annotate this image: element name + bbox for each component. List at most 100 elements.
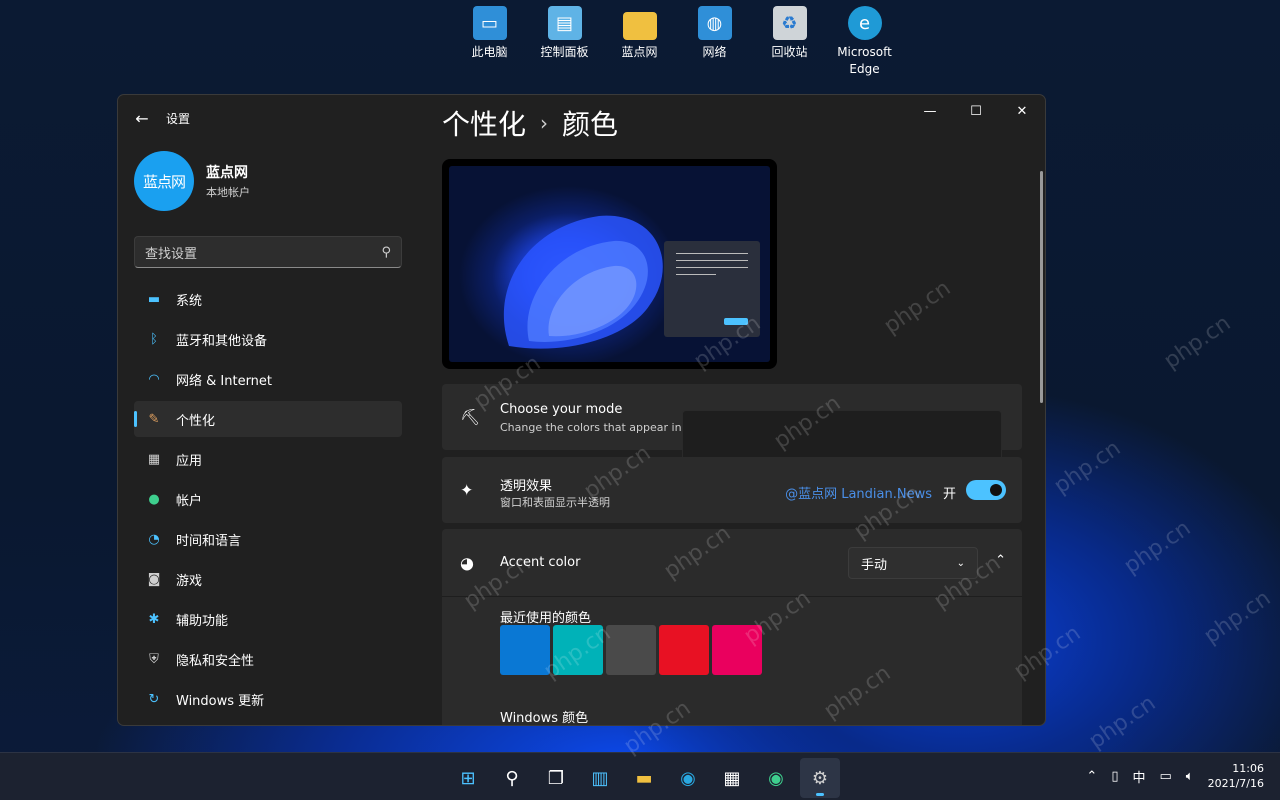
chevron-down-icon: ⌄ (956, 557, 965, 569)
transparency-toggle[interactable] (966, 480, 1006, 500)
sidebar-item-bluetooth[interactable]: ᛒ 蓝牙和其他设备 (134, 321, 402, 357)
recent-colors-label: 最近使用的颜色 (500, 611, 592, 626)
palette-icon: ◕ (460, 553, 474, 573)
sidebar-item-system[interactable]: ▬ 系统 (134, 281, 402, 317)
file-explorer-icon[interactable]: ▬ (624, 758, 664, 798)
preview-window (664, 241, 760, 337)
clock-globe-icon: ◔ (148, 531, 160, 547)
page-title: 颜色 (562, 108, 619, 141)
search-icon: ⚲ (381, 244, 391, 260)
recycle-bin-icon: ♻ (772, 6, 807, 40)
color-swatch[interactable] (553, 625, 603, 675)
volume-icon[interactable]: 🔈︎ (1186, 769, 1194, 784)
clock[interactable]: 11:06 2021/7/16 (1208, 761, 1264, 791)
accent-dropdown[interactable]: 手动 ⌄ (848, 547, 978, 579)
sidebar-nav: ▬ 系统 ᛒ 蓝牙和其他设备 ◠ 网络 & Internet ✎ 个性化 ▦ 应用 ● 帐户… (134, 281, 402, 721)
title-bar: ← 设置 (134, 109, 190, 128)
watermark: php.cn (1159, 310, 1236, 375)
windows-colors-label: Windows 颜色 (500, 711, 589, 726)
sidebar-item-accessibility[interactable]: ✱ 辅助功能 (134, 601, 402, 637)
mode-card[interactable]: ⛏ Choose your mode Change the colors tha… (442, 384, 1022, 462)
watermark: php.cn (1049, 435, 1126, 500)
accent-title: Accent color (500, 555, 581, 570)
sidebar: ← 设置 蓝点网 蓝点网 本地帐户 查找设置 ⚲ ▬ 系统 ᛒ 蓝牙和其他设备 ◠ 网… (118, 95, 418, 725)
avatar: 蓝点网 (134, 151, 194, 211)
back-arrow-icon[interactable]: ← (134, 109, 150, 128)
usb-icon[interactable]: ▯ (1111, 769, 1118, 784)
watermark: php.cn (1119, 515, 1196, 580)
ime-indicator[interactable]: 中 (1132, 767, 1145, 786)
color-swatch[interactable] (500, 625, 550, 675)
profile-name: 蓝点网 (206, 165, 248, 181)
taskbar-apps: ⊞ ⚲ ❐ ▥ ▬ ◉ ▦ ◉ ⚙ (448, 758, 840, 798)
transparency-title: 透明效果 (500, 479, 553, 494)
widgets-icon[interactable]: ▥ (580, 758, 620, 798)
sidebar-item-gaming[interactable]: ◙ 游戏 (134, 561, 402, 597)
desktop-icons: ▭ 此电脑 ▤ 控制面板 蓝点网 ◍ 网络 ♻ 回收站 e Microsoft … (452, 6, 902, 78)
breadcrumb-parent[interactable]: 个性化 (442, 103, 526, 143)
network-icon[interactable]: ▭ (1159, 769, 1171, 784)
sidebar-item-personalization[interactable]: ✎ 个性化 (134, 401, 402, 437)
main-content: 个性化 › 颜色 ⛏ Choose your mode Change the c… (442, 95, 1032, 725)
transparency-description: 窗口和表面显示半透明 (500, 496, 610, 509)
apps-icon: ▦ (147, 451, 161, 467)
sidebar-item-time-language[interactable]: ◔ 时间和语言 (134, 521, 402, 557)
desktop-icon-this-pc[interactable]: ▭ 此电脑 (452, 6, 527, 78)
mode-description: Change the colors that appear in (500, 421, 682, 434)
shield-icon: ⛨ (149, 651, 159, 667)
edge-icon[interactable]: ◉ (668, 758, 708, 798)
taskbar: ⊞ ⚲ ❐ ▥ ▬ ◉ ▦ ◉ ⚙ ⌃ ▯ 中 ▭ 🔈︎ 11:06 2021/… (0, 752, 1280, 800)
search-placeholder: 查找设置 (145, 246, 198, 262)
divider (442, 596, 1022, 597)
window-title: 设置 (166, 112, 191, 126)
edge-canary-icon[interactable]: ◉ (756, 758, 796, 798)
monitor-icon: ▭ (472, 6, 507, 40)
chevron-up-icon[interactable]: ⌃ (1086, 769, 1097, 784)
system-tray: ⌃ ▯ 中 ▭ 🔈︎ 11:06 2021/7/16 (1086, 761, 1264, 791)
chevron-up-icon[interactable]: ⌃ (995, 553, 1006, 568)
desktop-icon-network[interactable]: ◍ 网络 (677, 6, 752, 78)
watermark-text: @蓝点网 Landian.News (785, 487, 932, 502)
color-swatch[interactable] (659, 625, 709, 675)
sidebar-item-accounts[interactable]: ● 帐户 (134, 481, 402, 517)
preview-wallpaper (449, 166, 770, 362)
control-panel-icon: ▤ (547, 6, 582, 40)
color-swatch[interactable] (606, 625, 656, 675)
sidebar-item-network[interactable]: ◠ 网络 & Internet (134, 361, 402, 397)
desktop-icon-control-panel[interactable]: ▤ 控制面板 (527, 6, 602, 78)
search-input[interactable]: 查找设置 ⚲ (134, 236, 402, 268)
sidebar-item-apps[interactable]: ▦ 应用 (134, 441, 402, 477)
accent-color-card: ◕ Accent color 手动 ⌄ ⌃ 最近使用的颜色 Windows 颜色 (442, 529, 1022, 726)
scrollbar[interactable] (1040, 171, 1043, 403)
accessibility-icon: ✱ (148, 611, 160, 627)
display-icon: ▬ (147, 291, 161, 307)
network-icon: ◍ (697, 6, 732, 40)
clock-time: 11:06 (1232, 762, 1264, 775)
account-icon: ● (148, 491, 160, 507)
bluetooth-icon: ᛒ (150, 331, 158, 347)
mode-dropdown-popup[interactable] (682, 410, 1002, 462)
brush-icon: ✎ (148, 411, 160, 427)
sidebar-item-privacy[interactable]: ⛨ 隐私和安全性 (134, 641, 402, 677)
breadcrumb: 个性化 › 颜色 (442, 103, 618, 143)
desktop-icon-edge[interactable]: e Microsoft Edge (827, 6, 902, 78)
gamepad-icon: ◙ (147, 571, 161, 587)
edge-icon: e (847, 6, 882, 40)
desktop-icon-folder[interactable]: 蓝点网 (602, 6, 677, 78)
settings-icon[interactable]: ⚙ (800, 758, 840, 798)
task-view-icon[interactable]: ❐ (536, 758, 576, 798)
search-icon[interactable]: ⚲ (492, 758, 532, 798)
store-icon[interactable]: ▦ (712, 758, 752, 798)
transparency-card: ✦ 透明效果 窗口和表面显示半透明 @蓝点网 Landian.News 开 (442, 457, 1022, 523)
update-icon: ↻ (148, 691, 160, 707)
windows-start-icon[interactable]: ⊞ (448, 758, 488, 798)
wifi-icon: ◠ (148, 371, 160, 387)
color-swatch[interactable] (712, 625, 762, 675)
paint-brush-icon: ⛏ (460, 407, 481, 427)
desktop-icon-recycle-bin[interactable]: ♻ 回收站 (752, 6, 827, 78)
profile[interactable]: 蓝点网 蓝点网 本地帐户 (134, 151, 250, 211)
profile-account-type: 本地帐户 (206, 186, 250, 199)
theme-preview (442, 159, 777, 369)
sidebar-item-windows-update[interactable]: ↻ Windows 更新 (134, 681, 402, 717)
clock-date: 2021/7/16 (1207, 777, 1264, 790)
